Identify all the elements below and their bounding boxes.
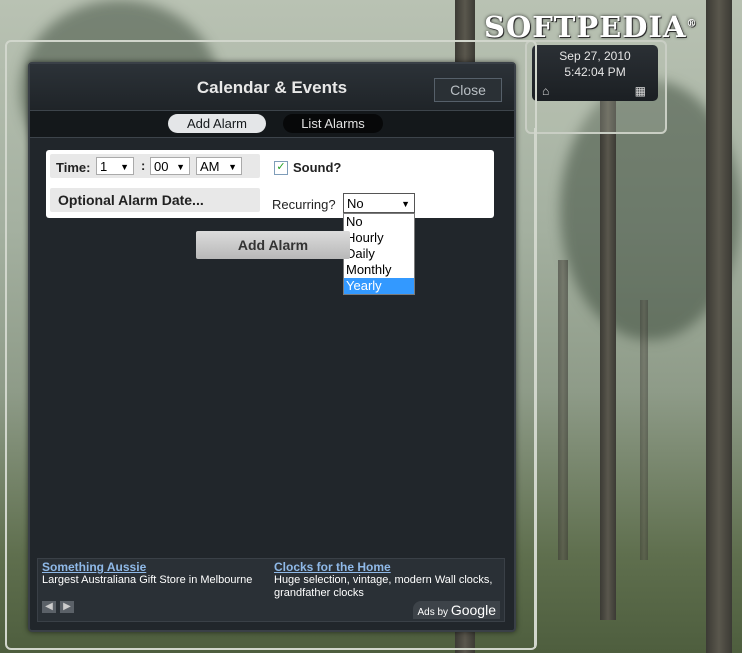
ad-link[interactable]: Clocks for the Home xyxy=(274,561,494,574)
time-label: Time: xyxy=(56,160,91,175)
ad-text: Largest Australiana Gift Store in Melbou… xyxy=(42,574,253,586)
chevron-left-icon: ◀ xyxy=(45,601,53,612)
chevron-down-icon: ▼ xyxy=(228,162,237,172)
recurring-select[interactable]: No ▼ xyxy=(343,193,415,213)
chevron-right-icon: ▶ xyxy=(63,601,71,612)
prev-ad-button[interactable]: ◀ xyxy=(42,601,56,613)
clock-widget: Sep 27, 2010 5:42:04 PM ⌂ ▦ xyxy=(532,45,658,101)
tab-add-alarm[interactable]: Add Alarm xyxy=(168,114,266,133)
ampm-select[interactable]: AM ▼ xyxy=(196,157,242,175)
ads-panel: Something Aussie Largest Australiana Gif… xyxy=(37,558,505,622)
ad-link[interactable]: Something Aussie xyxy=(42,561,262,574)
alarm-form: Time: 1 ▼ : 00 ▼ AM ▼ ✓ Sound? Optional Ala… xyxy=(46,150,494,295)
time-separator: : xyxy=(141,158,146,173)
softpedia-watermark: SOFTPEDIA® xyxy=(484,10,698,44)
clock-time: 5:42:04 PM xyxy=(564,65,626,79)
chevron-down-icon: ▼ xyxy=(401,199,410,209)
option-hourly[interactable]: Hourly xyxy=(344,230,414,246)
ad-item: Clocks for the Home Huge selection, vint… xyxy=(274,561,494,600)
tab-bar: Add Alarm List Alarms xyxy=(30,111,514,138)
calendar-icon[interactable]: ▦ xyxy=(635,84,646,98)
option-no[interactable]: No xyxy=(344,214,414,230)
minute-select[interactable]: 00 ▼ xyxy=(150,157,190,175)
option-yearly[interactable]: Yearly xyxy=(344,278,414,294)
recurring-label: Recurring? xyxy=(272,197,336,212)
clock-date: Sep 27, 2010 xyxy=(559,49,631,63)
ads-by-google[interactable]: Ads by Google xyxy=(413,601,500,619)
time-group: Time: 1 ▼ : 00 ▼ AM ▼ xyxy=(50,154,260,178)
add-alarm-button[interactable]: Add Alarm xyxy=(196,231,350,259)
option-monthly[interactable]: Monthly xyxy=(344,262,414,278)
alarm-date-button[interactable]: Optional Alarm Date... xyxy=(50,188,260,212)
home-icon[interactable]: ⌂ xyxy=(542,84,549,98)
chevron-down-icon: ▼ xyxy=(120,162,129,172)
next-ad-button[interactable]: ▶ xyxy=(60,601,74,613)
sound-label: Sound? xyxy=(293,160,342,175)
gadget-frame-edge xyxy=(534,128,666,648)
sound-checkbox[interactable]: ✓ xyxy=(274,161,288,175)
option-daily[interactable]: Daily xyxy=(344,246,414,262)
title-bar: Calendar & Events Close xyxy=(30,64,514,111)
ad-item: Something Aussie Largest Australiana Gif… xyxy=(42,561,262,587)
chevron-down-icon: ▼ xyxy=(176,162,185,172)
calendar-window: Calendar & Events Close Add Alarm List A… xyxy=(28,62,516,632)
recurring-dropdown: No Hourly Daily Monthly Yearly xyxy=(343,213,415,295)
close-button[interactable]: Close xyxy=(434,78,502,102)
ad-text: Huge selection, vintage, modern Wall clo… xyxy=(274,574,493,599)
hour-select[interactable]: 1 ▼ xyxy=(96,157,134,175)
tab-list-alarms[interactable]: List Alarms xyxy=(283,114,383,133)
